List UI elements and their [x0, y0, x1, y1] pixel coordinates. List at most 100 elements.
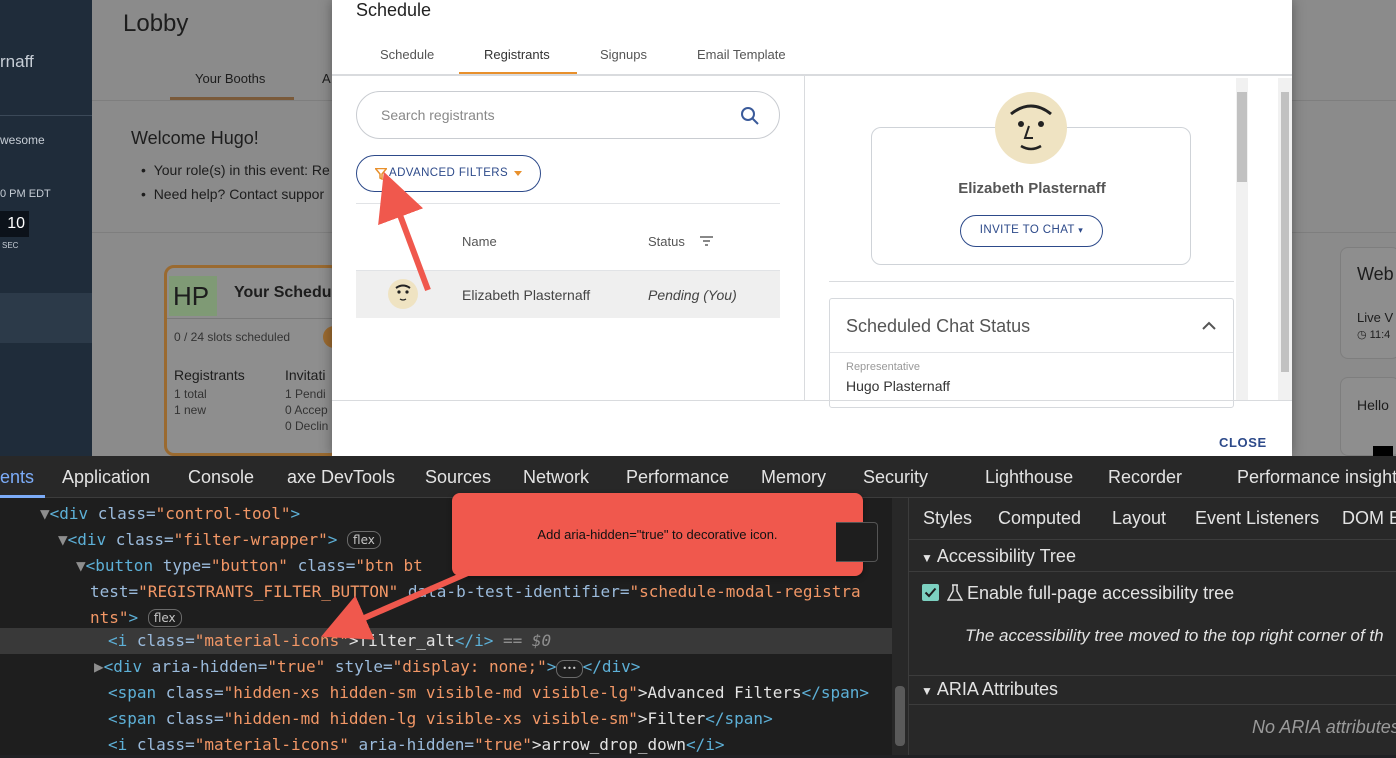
tab-console[interactable]: Console [188, 467, 254, 488]
schedule-summary-card[interactable]: HP Your Schedu 0 / 24 slots scheduled Re… [164, 265, 343, 456]
annotation-callout: Add aria-hidden="true" to decorative ico… [452, 493, 863, 576]
sort-icon[interactable] [700, 236, 713, 246]
flex-badge-button[interactable]: flex [147, 609, 182, 627]
callout-text: Add aria-hidden="true" to decorative ico… [537, 527, 778, 542]
avatar [388, 279, 418, 309]
dom-scrollbar-thumb[interactable] [895, 686, 905, 746]
enable-tree-label: Enable full-page accessibility tree [967, 583, 1235, 603]
invitations-accepted: 0 Accep [285, 403, 328, 417]
tab-performance[interactable]: Performance [626, 467, 729, 488]
invitations-label: Invitati [285, 367, 326, 383]
schedule-modal: Schedule Schedule Registrants Signups Em… [332, 0, 1292, 456]
chevron-up-icon[interactable] [1202, 321, 1216, 330]
tab-performance-insights[interactable]: Performance insight [1237, 467, 1396, 488]
tab-styles[interactable]: Styles [923, 508, 972, 529]
tab-application[interactable]: Application [62, 467, 150, 488]
devtools-tab-bar: ents Application Console axe DevTools So… [0, 456, 1396, 498]
tab-network[interactable]: Network [523, 467, 589, 488]
registrants-label: Registrants [174, 367, 245, 383]
nav-user-name: rnaff [0, 52, 34, 71]
scrollbar-track-outer[interactable] [1278, 78, 1292, 400]
tab-dom-breakpoints[interactable]: DOM B [1342, 508, 1396, 529]
dom-line-filter-icon-selected[interactable]: <i class="material-icons">filter_alt</i>… [108, 628, 551, 654]
filter-icon [375, 168, 387, 180]
tab-partial[interactable]: A [322, 71, 331, 86]
countdown-value: 10 [0, 211, 29, 237]
advanced-filters-button[interactable]: ADVANCED FILTERS [356, 155, 541, 192]
tree-moved-note: The accessibility tree moved to the top … [965, 626, 1384, 645]
invite-to-chat-button[interactable]: INVITE TO CHAT ▾ [960, 215, 1103, 247]
invitations-declined: 0 Declin [285, 419, 329, 433]
tab-axe-devtools[interactable]: axe DevTools [287, 467, 395, 488]
app-screenshot: rnaff wesome 0 PM EDT 10 SEC Lobby Your … [0, 0, 1396, 456]
countdown-unit: SEC [2, 241, 19, 250]
dom-line-hidden-div[interactable]: ▶<div aria-hidden="true" style="display:… [94, 654, 640, 680]
devtools-side-panel: Styles Computed Layout Event Listeners D… [908, 498, 1396, 755]
column-name-header: Name [462, 234, 497, 249]
chat-status-title: Scheduled Chat Status [846, 316, 1031, 336]
webinar-live: Live V [1357, 310, 1394, 325]
tab-lighthouse[interactable]: Lighthouse [985, 467, 1073, 488]
aria-attributes-section[interactable]: ▼ ARIA Attributes [921, 679, 1058, 700]
slots-count: 0 / 24 slots scheduled [174, 330, 291, 344]
registrants-total: 1 total [174, 387, 207, 401]
dom-line-control-tool[interactable]: ▼<div class="control-tool"> [40, 501, 300, 527]
tab-email-template[interactable]: Email Template [697, 47, 786, 62]
tab-layout[interactable]: Layout [1112, 508, 1166, 529]
profile-avatar [995, 92, 1067, 164]
tab-memory[interactable]: Memory [761, 467, 826, 488]
schedule-initials: HP [169, 276, 217, 316]
tab-event-listeners[interactable]: Event Listeners [1195, 508, 1319, 529]
hello-text: Hello [1357, 397, 1389, 413]
tab-sources[interactable]: Sources [425, 467, 491, 488]
schedule-card-title: Your Schedu [234, 284, 332, 301]
search-input[interactable]: Search registrants [356, 91, 780, 139]
dom-line-button-attrs[interactable]: test="REGISTRANTS_FILTER_BUTTON" data-b-… [90, 579, 861, 605]
lobby-title: Lobby [123, 10, 189, 37]
profile-name: Elizabeth Plasternaff [958, 180, 1106, 197]
tab-signups[interactable]: Signups [600, 47, 647, 62]
dom-line-button[interactable]: ▼<button type="button" class="btn bt [76, 553, 423, 579]
nav-event-name: wesome [0, 133, 45, 147]
advanced-filters-label: ADVANCED FILTERS [389, 167, 509, 179]
welcome-heading: Welcome Hugo! [131, 128, 259, 148]
tab-your-booths[interactable]: Your Booths [195, 71, 265, 86]
column-status-header: Status [648, 234, 685, 249]
flex-badge[interactable]: flex [347, 531, 381, 549]
tab-recorder[interactable]: Recorder [1108, 467, 1182, 488]
dom-line-filter-wrapper[interactable]: ▼<div class="filter-wrapper"> flex [58, 527, 381, 553]
search-icon[interactable] [740, 106, 760, 126]
chevron-down-icon [514, 171, 522, 176]
registrant-name: Elizabeth Plasternaff [462, 287, 591, 303]
representative-label: Representative [846, 361, 920, 373]
tab-elements[interactable]: ents [0, 467, 34, 488]
nav-event-time: 0 PM EDT [0, 188, 51, 200]
dom-line-span-filter[interactable]: <span class="hidden-md hidden-lg visible… [108, 706, 773, 732]
dom-line-arrow-icon[interactable]: <i class="material-icons" aria-hidden="t… [108, 732, 725, 758]
devtools-search-box[interactable] [836, 522, 878, 562]
nav-selected-item[interactable] [0, 293, 92, 343]
tab-schedule[interactable]: Schedule [380, 47, 434, 62]
tab-computed[interactable]: Computed [998, 508, 1081, 529]
hello-card[interactable]: Hello [1340, 377, 1396, 456]
webinar-time: ◷ 11:4 [1357, 329, 1391, 341]
registrant-status: Pending (You) [648, 287, 737, 303]
scheduled-chat-status-panel: Scheduled Chat Status Representative Hug… [829, 298, 1234, 408]
representative-value: Hugo Plasternaff [846, 378, 951, 394]
modal-title: Schedule [356, 0, 432, 20]
no-aria-attributes: No ARIA attributes [1252, 717, 1396, 737]
tab-security[interactable]: Security [863, 467, 928, 488]
scrollbar-track[interactable] [1236, 78, 1248, 400]
close-button[interactable]: CLOSE [1219, 435, 1267, 450]
invitations-pending: 1 Pendi [285, 387, 326, 401]
enable-tree-checkbox[interactable] [922, 584, 939, 601]
webinar-title: Web [1357, 264, 1394, 284]
webinar-card[interactable]: Web Live V ◷ 11:4 [1340, 247, 1396, 359]
registrants-new: 1 new [174, 403, 207, 417]
dom-line-span-advanced[interactable]: <span class="hidden-xs hidden-sm visible… [108, 680, 869, 706]
accessibility-tree-section[interactable]: ▼ Accessibility Tree [921, 546, 1076, 567]
left-navigation: rnaff wesome 0 PM EDT 10 SEC [0, 0, 92, 456]
flask-icon [947, 584, 963, 601]
table-row[interactable]: Elizabeth Plasternaff Pending (You) [356, 271, 780, 318]
tab-registrants[interactable]: Registrants [484, 47, 550, 62]
